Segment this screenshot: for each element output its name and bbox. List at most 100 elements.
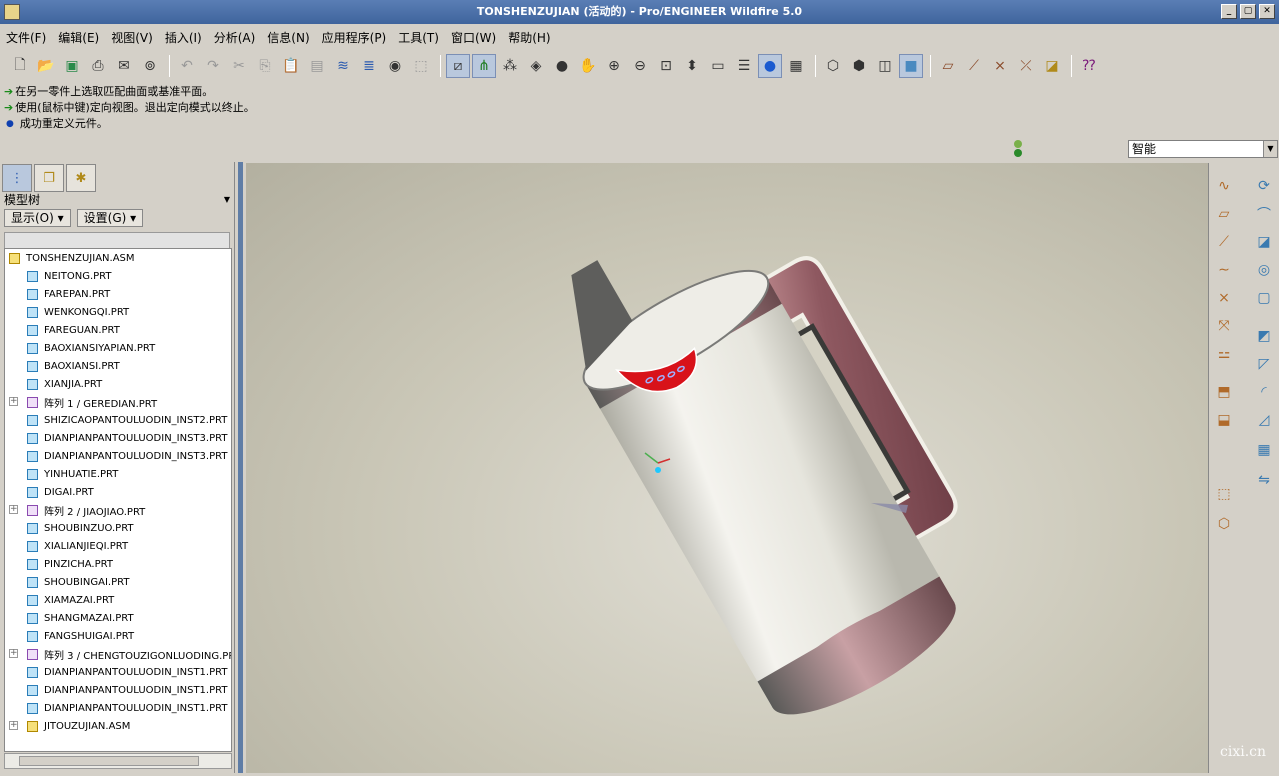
no-hidden-icon[interactable]: ◫ <box>873 54 897 78</box>
saved-views-icon[interactable]: ▭ <box>706 54 730 78</box>
axis-display-icon[interactable]: ⋔ <box>472 54 496 78</box>
regenerate-icon[interactable]: ≋ <box>331 54 355 78</box>
zoom-out-icon[interactable]: ⊖ <box>628 54 652 78</box>
expand-icon[interactable]: + <box>9 505 18 514</box>
shell-icon[interactable]: ▢ <box>1253 287 1275 309</box>
undo-icon[interactable]: ↶ <box>175 54 199 78</box>
tree-item[interactable]: DIANPIANPANTOULUODIN_INST3.PRT <box>5 429 231 447</box>
copy-icon[interactable]: ⎘ <box>253 54 277 78</box>
menu-analysis[interactable]: 分析(A) <box>214 29 256 46</box>
axis-icon[interactable]: ⟋ <box>1213 231 1235 253</box>
show-button[interactable]: 显示(O) ▾ <box>4 209 71 227</box>
cut-icon[interactable]: ✂ <box>227 54 251 78</box>
blend-icon[interactable]: ◪ <box>1253 231 1275 253</box>
regen-manager-icon[interactable]: ≣ <box>357 54 381 78</box>
paste-icon[interactable]: 📋 <box>279 54 303 78</box>
mirror-icon[interactable]: ⇋ <box>1253 469 1275 491</box>
tree-item[interactable]: YINHUATIE.PRT <box>5 465 231 483</box>
tree-item[interactable]: DIANPIANPANTOULUODIN_INST1.PRT <box>5 663 231 681</box>
tree-item[interactable]: + JITOUZUJIAN.ASM <box>5 717 231 735</box>
model-tree-icon[interactable]: ⊚ <box>138 54 162 78</box>
tree-horizontal-scrollbar[interactable] <box>4 753 232 769</box>
datum-axes-icon[interactable]: ⟋ <box>962 54 986 78</box>
tree-item[interactable]: XIALIANJIEQI.PRT <box>5 537 231 555</box>
assemble-icon[interactable]: ⬒ <box>1213 381 1235 403</box>
print-icon[interactable]: ⎙ <box>86 54 110 78</box>
analysis-icon[interactable]: ⚍ <box>1213 343 1235 365</box>
settings-button[interactable]: 设置(G) ▾ <box>76 209 144 227</box>
layers-icon[interactable]: ☰ <box>732 54 756 78</box>
new-icon[interactable]: 🗋 <box>8 54 32 78</box>
package-icon[interactable]: ⬚ <box>1213 483 1235 505</box>
tab-folder-browser-icon[interactable]: ❐ <box>34 164 64 192</box>
zoom-in-icon[interactable]: ⊕ <box>602 54 626 78</box>
tree-search-input[interactable] <box>4 232 230 249</box>
tree-item[interactable]: + 阵列 1 / GEREDIAN.PRT <box>5 393 231 411</box>
point-icon[interactable]: ⨯ <box>1213 287 1235 309</box>
scroll-thumb[interactable] <box>19 756 199 766</box>
context-help-icon[interactable]: ⁇ <box>1077 54 1101 78</box>
curve-icon[interactable]: ∼ <box>1213 259 1235 281</box>
shaded-icon[interactable]: ■ <box>899 54 923 78</box>
graphics-viewport[interactable] <box>246 163 1208 773</box>
csys-display-icon[interactable]: ◈ <box>524 54 548 78</box>
menu-view[interactable]: 视图(V) <box>111 29 153 46</box>
tree-item[interactable]: XIANJIA.PRT <box>5 375 231 393</box>
orient-icon[interactable]: ✋ <box>576 54 600 78</box>
tree-item[interactable]: BAOXIANSIYAPIAN.PRT <box>5 339 231 357</box>
menu-applications[interactable]: 应用程序(P) <box>322 29 387 46</box>
tree-item[interactable]: PINZICHA.PRT <box>5 555 231 573</box>
tree-item[interactable]: FAREPAN.PRT <box>5 285 231 303</box>
redo-icon[interactable]: ↷ <box>201 54 225 78</box>
minimize-button[interactable]: _ <box>1221 4 1237 19</box>
tree-item[interactable]: DIANPIANPANTOULUODIN_INST3.PRT <box>5 447 231 465</box>
save-icon[interactable]: ▣ <box>60 54 84 78</box>
tree-item[interactable]: WENKONGQI.PRT <box>5 303 231 321</box>
view-manager-icon[interactable]: ▦ <box>784 54 808 78</box>
tree-item[interactable]: NEITONG.PRT <box>5 267 231 285</box>
open-icon[interactable]: 📂 <box>34 54 58 78</box>
tree-item[interactable]: TONSHENZUJIAN.ASM <box>5 249 231 267</box>
tree-item[interactable]: + 阵列 3 / CHENGTOUZIGONLUODING.PRT <box>5 645 231 663</box>
tree-item[interactable]: SHIZICAOPANTOULUODIN_INST2.PRT <box>5 411 231 429</box>
datum-planes-icon[interactable]: ▱ <box>936 54 960 78</box>
datum-points-icon[interactable]: ⨯ <box>988 54 1012 78</box>
wireframe-icon[interactable]: ⬡ <box>821 54 845 78</box>
hole-icon[interactable]: ◎ <box>1253 259 1275 281</box>
find-icon[interactable]: ◉ <box>383 54 407 78</box>
round-icon[interactable]: ◜ <box>1253 381 1275 403</box>
sketch-icon[interactable]: ∿ <box>1213 175 1235 197</box>
tree-item[interactable]: XIAMAZAI.PRT <box>5 591 231 609</box>
maximize-button[interactable]: ▢ <box>1240 4 1256 19</box>
menu-info[interactable]: 信息(N) <box>267 29 309 46</box>
shading-icon[interactable]: ● <box>758 54 782 78</box>
selection-filter[interactable]: 智能 ▼ <box>1128 140 1278 158</box>
panel-splitter[interactable] <box>234 162 246 773</box>
send-icon[interactable]: ✉ <box>112 54 136 78</box>
expand-icon[interactable]: + <box>9 397 18 406</box>
tree-item[interactable]: + 阵列 2 / JIAOJIAO.PRT <box>5 501 231 519</box>
tree-item[interactable]: SHOUBINZUO.PRT <box>5 519 231 537</box>
rib-icon[interactable]: ◩ <box>1253 325 1275 347</box>
annotations-icon[interactable]: ◪ <box>1040 54 1064 78</box>
reorient-icon[interactable]: ⬍ <box>680 54 704 78</box>
close-button[interactable]: ✕ <box>1259 4 1275 19</box>
hidden-line-icon[interactable]: ⬢ <box>847 54 871 78</box>
datum-csys-icon[interactable]: ⤫ <box>1014 54 1038 78</box>
revolve-icon[interactable]: ⟳ <box>1253 175 1275 197</box>
csys-icon[interactable]: ⤧ <box>1213 315 1235 337</box>
extrude-icon[interactable]: ⬡ <box>1213 513 1235 535</box>
expand-icon[interactable]: + <box>9 649 18 658</box>
refit-icon[interactable]: ⊡ <box>654 54 678 78</box>
expand-icon[interactable]: + <box>9 721 18 730</box>
tree-item[interactable]: DIANPIANPANTOULUODIN_INST1.PRT <box>5 699 231 717</box>
tree-item[interactable]: BAOXIANSI.PRT <box>5 357 231 375</box>
tree-item[interactable]: FANGSHUIGAI.PRT <box>5 627 231 645</box>
paste-special-icon[interactable]: ▤ <box>305 54 329 78</box>
tree-item[interactable]: DIGAI.PRT <box>5 483 231 501</box>
menu-help[interactable]: 帮助(H) <box>508 29 550 46</box>
tree-item[interactable]: SHANGMAZAI.PRT <box>5 609 231 627</box>
sweep-icon[interactable]: ⌒ <box>1253 203 1275 225</box>
tree-item[interactable]: SHOUBINGAI.PRT <box>5 573 231 591</box>
tab-model-tree-icon[interactable]: ⋮ <box>2 164 32 192</box>
